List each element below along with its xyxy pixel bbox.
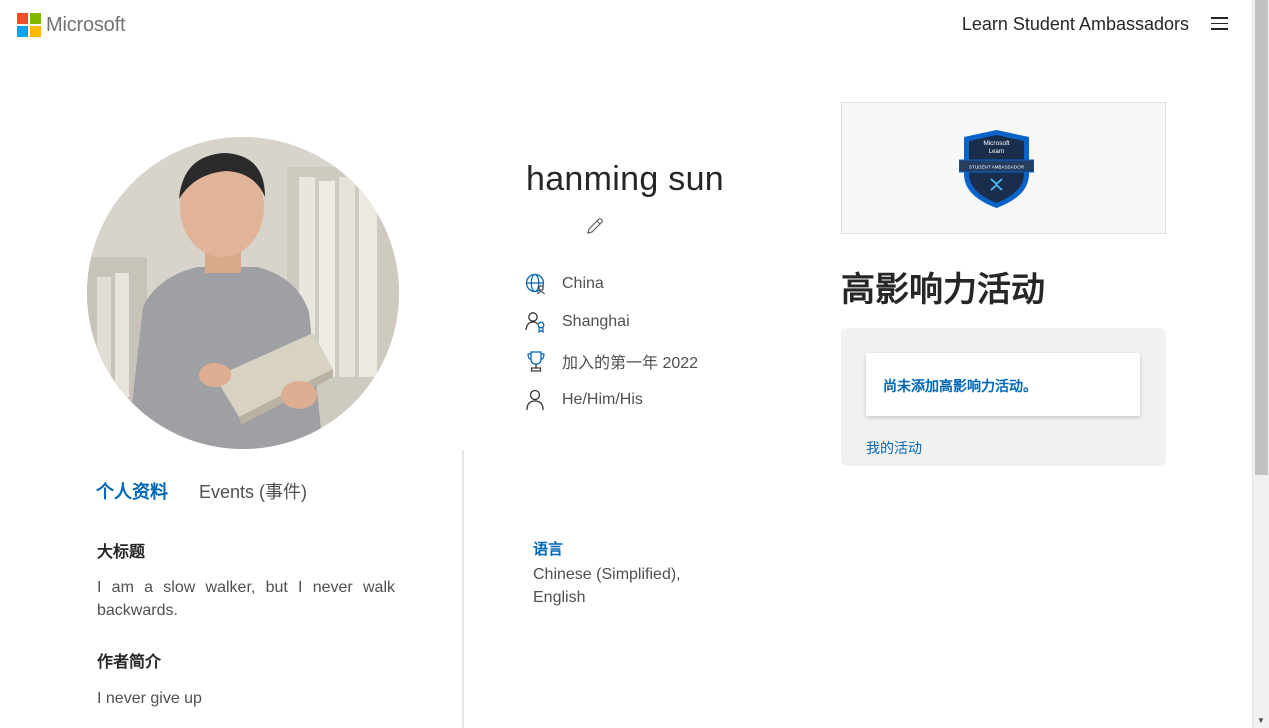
scrollbar-thumb[interactable] — [1255, 0, 1268, 475]
hamburger-menu-icon[interactable] — [1211, 17, 1228, 31]
tab-profile[interactable]: 个人资料 — [96, 478, 168, 504]
impact-activities-panel: 尚未添加高影响力活动。 我的活动 — [841, 328, 1166, 466]
profile-name: hanming sun — [526, 160, 724, 198]
bio-label: 作者简介 — [97, 654, 162, 671]
column-divider — [462, 450, 464, 728]
microsoft-logo-icon — [17, 13, 41, 37]
person-badge-icon — [525, 312, 545, 333]
microsoft-logo[interactable]: Microsoft — [17, 13, 126, 37]
vertical-scrollbar[interactable]: ▲ ▼ — [1252, 0, 1269, 728]
site-title[interactable]: Learn Student Ambassadors — [962, 14, 1189, 35]
country-text: China — [562, 275, 604, 292]
headline-label: 大标题 — [97, 544, 146, 561]
site-header: Microsoft Learn Student Ambassadors — [0, 0, 1252, 50]
globe-person-icon — [525, 273, 545, 295]
my-activity-link[interactable]: 我的活动 — [866, 438, 922, 458]
location-city-row: Shanghai — [525, 310, 630, 334]
microsoft-logo-text: Microsoft — [46, 13, 126, 36]
badge-line2: Learn — [989, 149, 1004, 155]
impact-activities-title: 高影响力活动 — [841, 271, 1045, 309]
language-value: Chinese (Simplified), English — [533, 566, 681, 606]
badge-ribbon: STUDENT AMBASSADOR — [969, 165, 1025, 170]
pronouns-text: He/Him/His — [562, 391, 643, 408]
trophy-icon — [527, 351, 545, 372]
pronouns-row: He/Him/His — [525, 388, 643, 412]
tab-events[interactable]: Events (事件) — [199, 478, 307, 504]
city-text: Shanghai — [562, 313, 630, 330]
headline-text: I am a slow walker, but I never walk bac… — [97, 579, 395, 619]
student-ambassador-badge-icon: Microsoft Learn STUDENT AMBASSADOR — [959, 130, 1034, 208]
joined-year-row: 加入的第一年 2022 — [525, 349, 698, 373]
language-label: 语言 — [533, 541, 564, 558]
impact-empty-card: 尚未添加高影响力活动。 — [866, 353, 1140, 416]
location-country-row: China — [525, 272, 604, 296]
joined-text: 加入的第一年 2022 — [562, 355, 699, 372]
edit-pencil-icon[interactable] — [585, 216, 605, 236]
bio-text: I never give up — [97, 690, 202, 707]
person-icon — [526, 389, 544, 411]
profile-avatar — [87, 137, 399, 449]
scroll-down-arrow-icon[interactable]: ▼ — [1257, 716, 1265, 726]
badge-line1: Microsoft — [983, 140, 1010, 147]
impact-empty-message: 尚未添加高影响力活动。 — [883, 378, 1037, 394]
ambassador-badge-card: Microsoft Learn STUDENT AMBASSADOR — [841, 102, 1166, 234]
